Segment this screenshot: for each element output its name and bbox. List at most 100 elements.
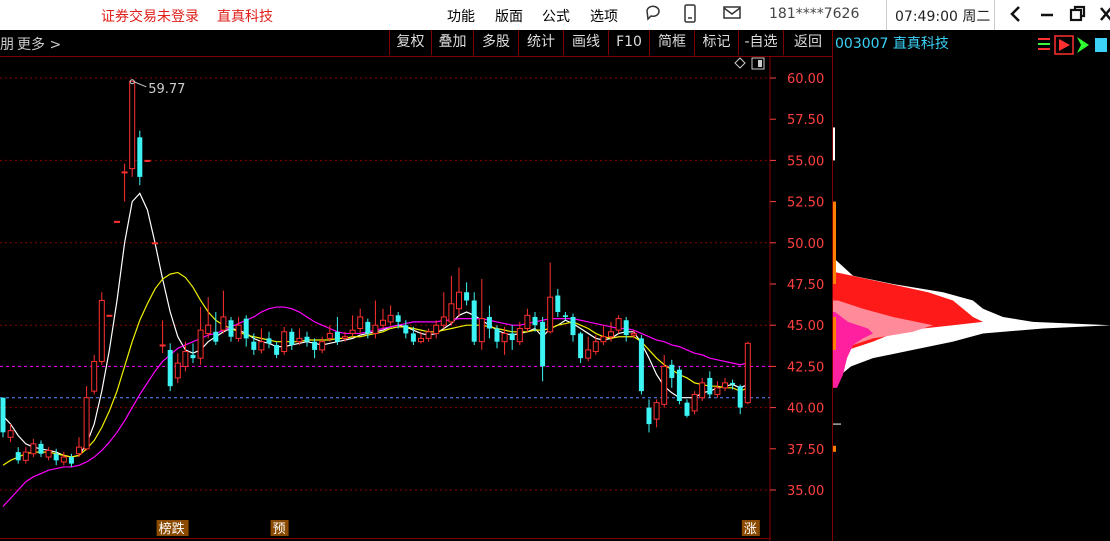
candle-body — [403, 325, 409, 334]
minimize-icon[interactable] — [1039, 4, 1055, 28]
y-tick-label: 40.00 — [787, 402, 824, 417]
candle-body — [266, 338, 272, 344]
y-tick-label: 47.50 — [787, 278, 824, 293]
candle-body — [213, 331, 219, 342]
candle-body — [228, 320, 234, 337]
y-tick-label: 57.50 — [787, 113, 824, 128]
chip-distribution-panel: 003007 直真科技 — [832, 30, 1110, 541]
candle — [638, 335, 644, 395]
clock: 07:49:00 周二 — [895, 9, 991, 25]
back-icon[interactable] — [1009, 4, 1023, 28]
restore-icon[interactable] — [1069, 4, 1087, 28]
candle-body — [516, 327, 523, 343]
candle-body — [7, 430, 14, 438]
candle-body — [699, 382, 706, 399]
candle-body — [646, 407, 652, 425]
candle-body — [312, 341, 318, 350]
menu-layout[interactable]: 版面 — [495, 6, 523, 26]
candle-body — [205, 324, 212, 334]
candle — [380, 308, 386, 329]
candle — [737, 384, 743, 415]
multi-stock-button[interactable]: 多股 — [473, 30, 518, 55]
candle — [243, 315, 249, 347]
chart-corner-icons — [734, 57, 765, 70]
event-marker-label[interactable]: 预 — [273, 522, 286, 537]
candle-body — [289, 331, 295, 345]
candle-body — [45, 449, 52, 458]
candle-body — [190, 354, 196, 359]
candle — [570, 313, 576, 342]
candle — [98, 292, 105, 365]
candle-body — [555, 295, 561, 313]
mark-button[interactable]: 标记 — [694, 30, 738, 55]
candle — [555, 288, 561, 317]
candle — [312, 338, 318, 359]
candle-body — [304, 336, 310, 342]
fuquan-button[interactable]: 复权 — [389, 30, 431, 55]
candle — [76, 437, 82, 458]
trade-status[interactable]: 证券交易未登录 — [101, 6, 199, 26]
candle — [129, 80, 136, 177]
candle — [592, 335, 599, 355]
event-marker-label[interactable]: 涨 — [744, 522, 757, 537]
candle — [456, 267, 462, 317]
candle — [121, 163, 128, 202]
menu-function[interactable]: 功能 — [447, 6, 475, 26]
simple-frame-button[interactable]: 简框 — [649, 30, 694, 55]
panel-toggle-icon[interactable] — [751, 57, 765, 70]
candle — [68, 453, 74, 467]
mail-icon[interactable] — [722, 5, 742, 25]
diamond-icon[interactable] — [734, 57, 746, 69]
candle-body — [418, 337, 424, 343]
candle — [281, 326, 288, 355]
phone-icon[interactable] — [683, 4, 697, 28]
candle-body — [182, 351, 189, 367]
event-markers: 59.77 榜跌 预 涨 — [129, 79, 760, 537]
event-marker-label[interactable]: 榜跌 — [159, 521, 185, 537]
f10-button[interactable]: F10 — [608, 30, 649, 55]
candle-body — [349, 329, 356, 334]
candle-body — [540, 321, 546, 367]
return-button[interactable]: 返回 — [783, 30, 832, 55]
y-tick-label: 52.50 — [787, 196, 824, 211]
candle — [91, 354, 98, 395]
candle — [707, 371, 713, 398]
y-tick-label: 55.00 — [787, 154, 824, 169]
chat-icon[interactable] — [643, 3, 663, 27]
candle — [722, 377, 728, 392]
candle — [714, 381, 721, 398]
candle-body — [380, 319, 386, 326]
y-tick-label: 42.50 — [787, 360, 824, 375]
candle-body — [638, 338, 644, 392]
candle-body — [15, 452, 21, 461]
period-tab[interactable]: 朋 — [0, 34, 14, 54]
chip-distribution-graph — [833, 127, 1110, 452]
candle-body — [38, 443, 44, 454]
user-phone[interactable]: 181****7626 — [769, 6, 859, 22]
candle-body — [243, 318, 249, 339]
candle — [691, 391, 698, 415]
candle — [478, 279, 485, 350]
overlay-button[interactable]: 叠加 — [431, 30, 473, 55]
menu-formula[interactable]: 公式 — [542, 6, 570, 26]
candle-body — [129, 80, 136, 170]
candle — [152, 242, 158, 245]
candle-body — [114, 220, 120, 223]
candle — [547, 262, 554, 334]
stats-button[interactable]: 统计 — [518, 30, 563, 55]
candle-body — [152, 242, 158, 245]
candle — [289, 328, 295, 350]
y-tick-label: 45.00 — [787, 319, 824, 334]
title-bar: 证券交易未登录 直真科技 功能 版面 公式 选项 181****7626 07:… — [0, 0, 1110, 30]
y-tick-label: 50.00 — [787, 237, 824, 252]
candle — [684, 399, 690, 418]
menu-options[interactable]: 选项 — [590, 6, 618, 26]
candle-body — [30, 443, 37, 455]
more-button[interactable]: 更多 > — [17, 34, 61, 54]
close-icon[interactable] — [1099, 4, 1110, 28]
candle-body — [722, 382, 728, 389]
y-tick-label: 60.00 — [787, 72, 824, 87]
draw-line-button[interactable]: 画线 — [563, 30, 608, 55]
remove-watchlist-button[interactable]: -自选 — [738, 30, 783, 55]
candle — [0, 397, 6, 438]
